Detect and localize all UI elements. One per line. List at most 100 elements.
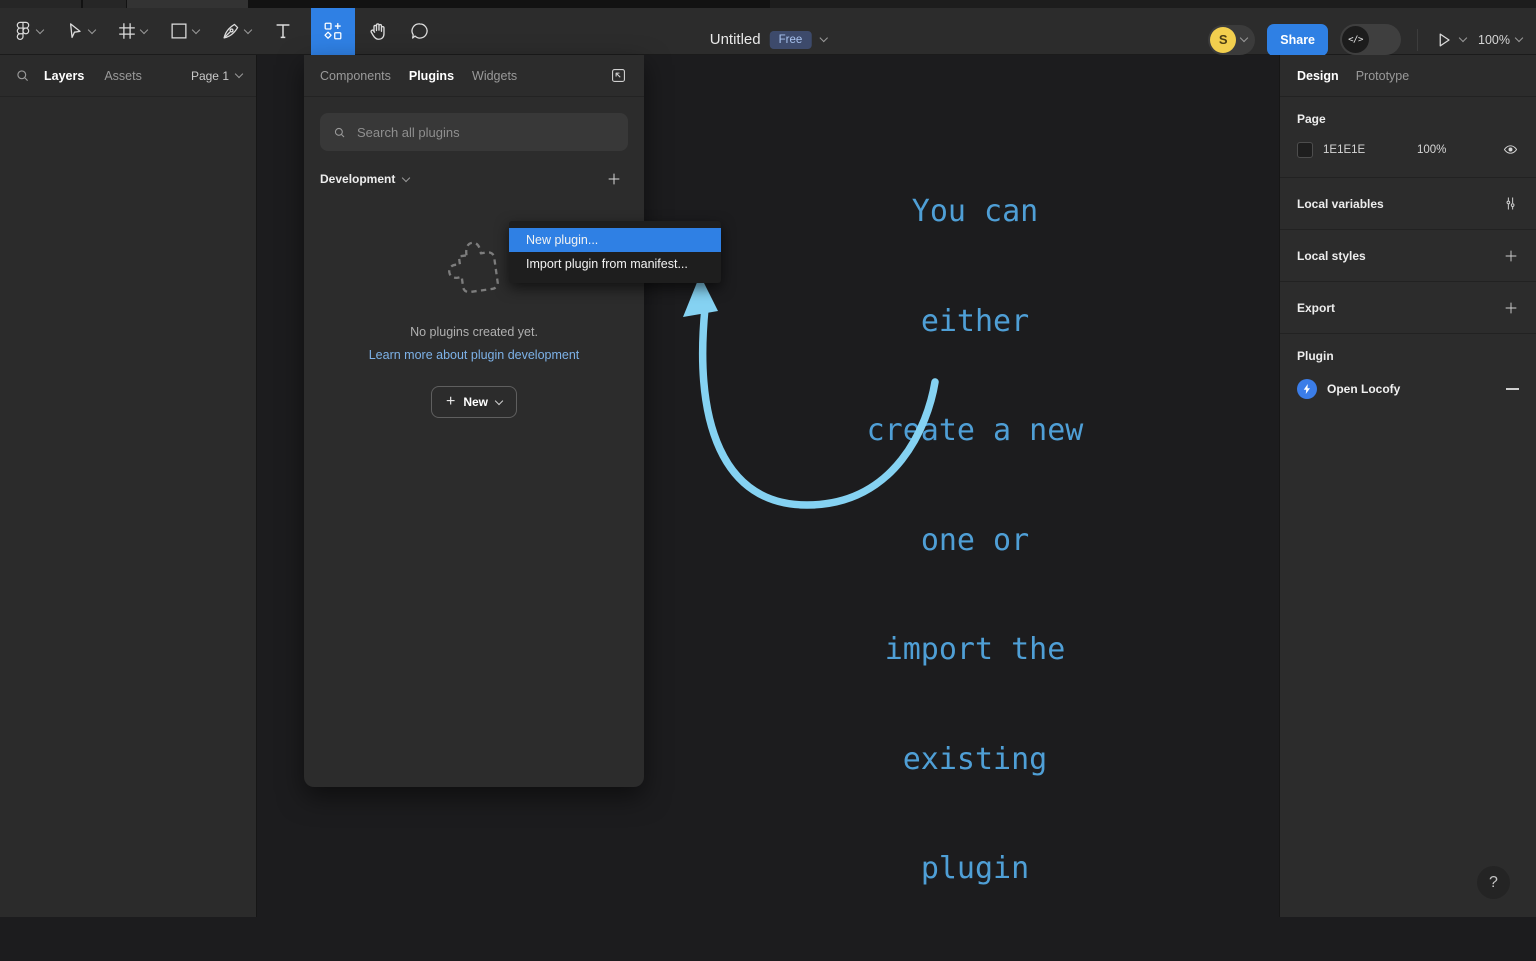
- chevron-down-icon: [244, 25, 252, 33]
- toolbar-tools: [0, 8, 452, 54]
- hand-tool-icon: [367, 20, 390, 43]
- chevron-down-icon: [1240, 34, 1248, 42]
- shape-tool-button[interactable]: [168, 8, 199, 54]
- chevron-down-icon: [192, 25, 200, 33]
- frame-tool-icon: [116, 20, 138, 42]
- zoom-level: 100%: [1478, 33, 1510, 47]
- share-button[interactable]: Share: [1267, 24, 1328, 56]
- local-variables-row[interactable]: Local variables: [1280, 178, 1536, 230]
- zoom-menu[interactable]: 100%: [1478, 33, 1522, 47]
- move-tool-button[interactable]: [64, 8, 95, 54]
- page-section-title: Page: [1297, 112, 1519, 126]
- pen-tool-icon: [220, 20, 242, 42]
- annotation-line: plugin: [815, 851, 1135, 888]
- chevron-down-icon: [36, 25, 44, 33]
- right-sidebar: Design Prototype Page 1E1E1E 100% Local …: [1279, 55, 1536, 917]
- plus-icon: +: [446, 394, 455, 410]
- popout-window-icon: [609, 66, 628, 85]
- chevron-down-icon: [88, 25, 96, 33]
- left-sidebar-header: Layers Assets Page 1: [0, 55, 256, 97]
- document-title: Untitled: [710, 31, 761, 48]
- play-icon: [1434, 30, 1454, 50]
- avatar[interactable]: S: [1210, 27, 1236, 53]
- account-menu[interactable]: S: [1208, 25, 1255, 55]
- tab-prototype[interactable]: Prototype: [1356, 69, 1410, 83]
- menu-item-new-plugin[interactable]: New plugin...: [509, 228, 721, 252]
- export-label: Export: [1297, 301, 1335, 315]
- window-tab-segment: [770, 0, 1536, 8]
- menu-item-import-manifest[interactable]: Import plugin from manifest...: [509, 252, 721, 276]
- page-selector-label: Page 1: [191, 69, 229, 83]
- plugins-panel: Components Plugins Widgets Development: [304, 55, 644, 787]
- popout-window-button[interactable]: [609, 66, 628, 85]
- comment-tool-button[interactable]: [409, 8, 431, 54]
- present-button[interactable]: [1434, 30, 1466, 50]
- page-color-row: 1E1E1E 100%: [1297, 141, 1519, 158]
- main-menu-button[interactable]: [12, 8, 43, 54]
- shape-tool-icon: [168, 20, 190, 42]
- annotation-line: create a new: [815, 413, 1135, 450]
- help-button[interactable]: ?: [1477, 866, 1510, 899]
- text-tool-button[interactable]: [272, 8, 294, 54]
- page-selector[interactable]: Page 1: [191, 69, 242, 83]
- learn-more-link[interactable]: Learn more about plugin development: [369, 348, 580, 362]
- page-opacity[interactable]: 100%: [1417, 144, 1446, 156]
- chevron-down-icon[interactable]: [819, 34, 827, 42]
- annotation-line: either: [815, 304, 1135, 341]
- search-icon: [332, 125, 347, 140]
- chevron-down-icon: [140, 25, 148, 33]
- visibility-toggle[interactable]: [1502, 141, 1519, 158]
- actions-tool-icon: [322, 20, 344, 42]
- plus-icon[interactable]: [1503, 248, 1519, 264]
- page-section: Page 1E1E1E 100%: [1280, 97, 1536, 178]
- right-sidebar-tabs: Design Prototype: [1280, 55, 1536, 97]
- tab-components[interactable]: Components: [320, 69, 391, 83]
- pen-tool-button[interactable]: [220, 8, 251, 54]
- plugin-item-label: Open Locofy: [1327, 382, 1400, 396]
- plugin-search-input[interactable]: [357, 125, 616, 140]
- tab-layers[interactable]: Layers: [44, 69, 84, 83]
- local-styles-row[interactable]: Local styles: [1280, 230, 1536, 282]
- window-tab-segment-active: [127, 0, 248, 8]
- annotation-line: existing: [815, 742, 1135, 779]
- tab-widgets[interactable]: Widgets: [472, 69, 517, 83]
- remove-plugin-button[interactable]: [1506, 388, 1519, 390]
- local-styles-label: Local styles: [1297, 249, 1366, 263]
- plugin-search[interactable]: [320, 113, 628, 151]
- plugin-row[interactable]: Open Locofy: [1297, 379, 1519, 399]
- lightning-icon: [1297, 379, 1317, 399]
- dev-mode-toggle[interactable]: </>: [1340, 24, 1401, 55]
- tab-assets[interactable]: Assets: [104, 69, 142, 83]
- new-plugin-button[interactable]: + New: [431, 386, 517, 418]
- chevron-down-icon: [235, 70, 243, 78]
- window-tab-segment: [83, 0, 126, 8]
- annotation-line: You can: [815, 194, 1135, 231]
- development-section-title[interactable]: Development: [320, 172, 409, 186]
- local-variables-label: Local variables: [1297, 197, 1384, 211]
- tab-plugins[interactable]: Plugins: [409, 69, 454, 83]
- sliders-icon[interactable]: [1502, 195, 1519, 212]
- plan-badge: Free: [770, 31, 812, 49]
- chevron-down-icon: [1515, 34, 1523, 42]
- color-swatch[interactable]: [1297, 142, 1313, 158]
- empty-message: No plugins created yet.: [410, 325, 538, 339]
- window-tab-strip: [0, 0, 1536, 8]
- puzzle-piece-icon: [439, 231, 509, 303]
- hand-tool-button[interactable]: [367, 8, 390, 54]
- add-plugin-button[interactable]: [606, 171, 622, 187]
- plus-icon[interactable]: [1503, 300, 1519, 316]
- actions-tool-button[interactable]: [311, 8, 355, 55]
- export-row[interactable]: Export: [1280, 282, 1536, 334]
- plugin-section: Plugin Open Locofy: [1280, 334, 1536, 414]
- figma-menu-icon: [12, 20, 34, 42]
- page-color-hex[interactable]: 1E1E1E: [1323, 144, 1385, 156]
- annotation-line: import the: [815, 632, 1135, 669]
- search-icon[interactable]: [14, 67, 31, 84]
- chevron-down-icon: [1459, 34, 1467, 42]
- frame-tool-button[interactable]: [116, 8, 147, 54]
- window-tab-segment: [0, 0, 81, 8]
- left-sidebar: Layers Assets Page 1: [0, 55, 257, 917]
- development-section-header: Development: [304, 171, 644, 187]
- tab-design[interactable]: Design: [1297, 69, 1339, 83]
- chevron-down-icon: [495, 396, 503, 404]
